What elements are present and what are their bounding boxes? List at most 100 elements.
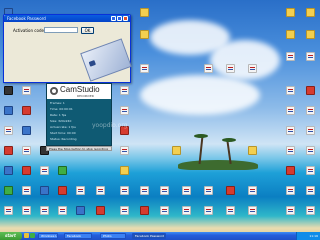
desktop-icon[interactable] xyxy=(286,206,295,215)
desktop-icon[interactable] xyxy=(120,146,129,155)
desktop-icon[interactable] xyxy=(286,146,295,155)
maximize-button[interactable] xyxy=(117,16,122,21)
desktop-icon[interactable] xyxy=(140,206,149,215)
desktop-icon[interactable] xyxy=(120,86,129,95)
desktop-icon[interactable] xyxy=(4,186,13,195)
desktop-icon[interactable] xyxy=(22,186,31,195)
desktop-icon[interactable] xyxy=(22,126,31,135)
camstudio-window[interactable]: CamStudio RECORDER Frames: 1 Time: 00:00… xyxy=(46,83,112,146)
desktop-icon[interactable] xyxy=(204,186,213,195)
taskbar-item-active[interactable]: Facebook Password xyxy=(132,233,166,239)
desktop-icon[interactable] xyxy=(286,52,295,61)
desktop-icon[interactable] xyxy=(226,186,235,195)
desktop-icon[interactable] xyxy=(182,186,191,195)
watermark: yoopdio.org xyxy=(92,122,128,129)
stat-line: Rate: 1 fps xyxy=(50,113,67,117)
desktop-icon[interactable] xyxy=(306,8,315,17)
desktop-icon[interactable] xyxy=(4,166,13,175)
desktop-icon[interactable] xyxy=(40,166,49,175)
desktop-icon[interactable] xyxy=(172,146,181,155)
desktop-icon[interactable] xyxy=(286,106,295,115)
desktop-icon[interactable] xyxy=(226,206,235,215)
desktop[interactable]: Facebook Password Activation code : OK C… xyxy=(0,0,320,240)
desktop-icon[interactable] xyxy=(120,206,129,215)
desktop-icon[interactable] xyxy=(22,106,31,115)
activation-window[interactable]: Facebook Password Activation code : OK xyxy=(3,14,132,83)
desktop-icon[interactable] xyxy=(160,186,169,195)
desktop-icon[interactable] xyxy=(58,186,67,195)
desktop-icon[interactable] xyxy=(248,64,257,73)
stat-line: Frames: 1 xyxy=(50,101,65,105)
desktop-icon[interactable] xyxy=(306,30,315,39)
desktop-icon[interactable] xyxy=(306,166,315,175)
close-button[interactable] xyxy=(123,16,128,21)
desktop-icon[interactable] xyxy=(140,30,149,39)
desktop-icon[interactable] xyxy=(4,206,13,215)
desktop-icon[interactable] xyxy=(96,186,105,195)
desktop-icon[interactable] xyxy=(76,206,85,215)
desktop-icon[interactable] xyxy=(248,146,257,155)
taskbar-item[interactable]: Facebook xyxy=(64,233,92,239)
desktop-icon[interactable] xyxy=(286,8,295,17)
taskbar: start Windows Live Facebook Photo Facebo… xyxy=(0,232,320,240)
stat-line: Status: Recording xyxy=(50,137,77,141)
desktop-icon[interactable] xyxy=(160,206,169,215)
desktop-icon[interactable] xyxy=(40,186,49,195)
desktop-icon[interactable] xyxy=(306,86,315,95)
taskbar-item[interactable]: Windows Live xyxy=(38,233,58,239)
desktop-icon[interactable] xyxy=(96,206,105,215)
desktop-icon[interactable] xyxy=(22,166,31,175)
quick-launch-icon[interactable] xyxy=(30,233,35,238)
activation-code-input[interactable] xyxy=(44,27,78,33)
stat-line: Actual rate: 1 fps xyxy=(50,125,76,129)
cloud xyxy=(210,40,280,80)
desktop-icon[interactable] xyxy=(76,186,85,195)
start-label: start xyxy=(5,233,16,238)
desktop-icon[interactable] xyxy=(286,30,295,39)
desktop-icon[interactable] xyxy=(140,186,149,195)
desktop-icon[interactable] xyxy=(4,126,13,135)
desktop-icon[interactable] xyxy=(286,186,295,195)
start-button[interactable]: start xyxy=(0,232,22,240)
desktop-icon[interactable] xyxy=(58,166,67,175)
desktop-icon[interactable] xyxy=(4,106,13,115)
ok-button[interactable]: OK xyxy=(81,27,94,34)
desktop-icon[interactable] xyxy=(286,166,295,175)
desktop-icon[interactable] xyxy=(306,206,315,215)
desktop-icon[interactable] xyxy=(226,64,235,73)
desktop-icon[interactable] xyxy=(120,186,129,195)
desktop-icon[interactable] xyxy=(306,106,315,115)
desktop-icon[interactable] xyxy=(4,146,13,155)
desktop-icon[interactable] xyxy=(140,8,149,17)
desktop-icon[interactable] xyxy=(248,186,257,195)
desktop-icon[interactable] xyxy=(40,206,49,215)
stat-line: Size: 320x240 xyxy=(50,119,72,123)
desktop-icon[interactable] xyxy=(22,146,31,155)
desktop-icon[interactable] xyxy=(286,86,295,95)
desktop-icon[interactable] xyxy=(4,86,13,95)
desktop-icon[interactable] xyxy=(286,126,295,135)
desktop-icon[interactable] xyxy=(182,206,191,215)
desktop-icon[interactable] xyxy=(204,206,213,215)
system-tray[interactable]: 11:16 xyxy=(296,232,320,240)
taskbar-item[interactable]: Photo xyxy=(100,233,126,239)
window-title: Facebook Password xyxy=(7,16,46,21)
desktop-icon[interactable] xyxy=(22,206,31,215)
desktop-icon[interactable] xyxy=(204,64,213,73)
desktop-icon[interactable] xyxy=(120,166,129,175)
desktop-icon[interactable] xyxy=(248,206,257,215)
island xyxy=(178,160,258,170)
desktop-icon[interactable] xyxy=(58,206,67,215)
activation-titlebar[interactable]: Facebook Password xyxy=(4,15,130,22)
minimize-button[interactable] xyxy=(111,16,116,21)
quick-launch-icon[interactable] xyxy=(24,233,29,238)
camstudio-logo: CamStudio xyxy=(60,85,100,94)
camstudio-logo-icon xyxy=(50,87,58,95)
desktop-icon[interactable] xyxy=(140,64,149,73)
desktop-icon[interactable] xyxy=(306,146,315,155)
desktop-icon[interactable] xyxy=(22,86,31,95)
desktop-icon[interactable] xyxy=(306,126,315,135)
desktop-icon[interactable] xyxy=(120,106,129,115)
desktop-icon[interactable] xyxy=(306,52,315,61)
desktop-icon[interactable] xyxy=(306,186,315,195)
